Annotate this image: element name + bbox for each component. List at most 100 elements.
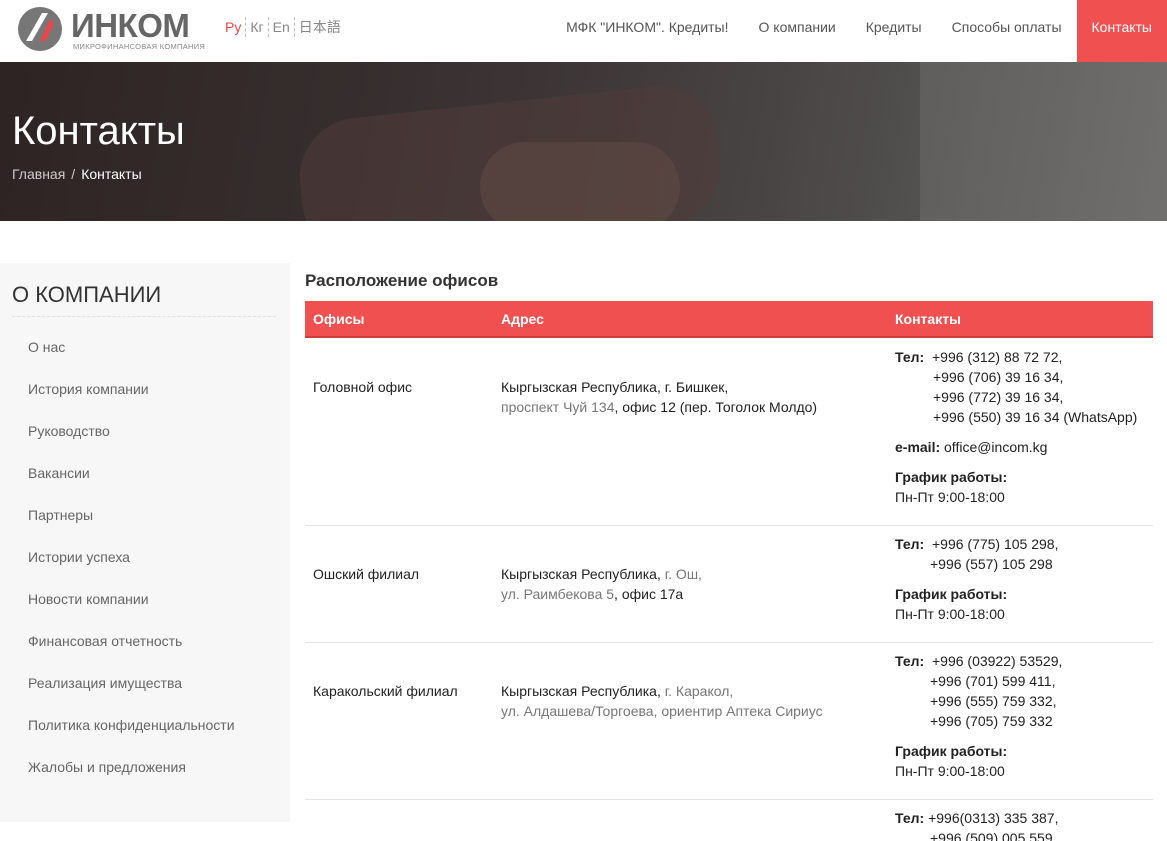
lang-jp[interactable]: 日本語 (293, 17, 345, 37)
office-address: Кыргызская Республика, г. Каракол, ул. А… (501, 681, 823, 721)
tel-label: Тел: (895, 653, 925, 669)
lang-kg[interactable]: Кг (245, 17, 267, 37)
logo[interactable]: ИНКОМ МИКРОФИНАНСОВАЯ КОМПАНИЯ (16, 5, 205, 53)
sidebar-item-property-sale[interactable]: Реализация имущества (28, 673, 235, 715)
tel-label: Тел: (895, 536, 925, 552)
office-contacts: Тел: +996 (775) 105 298, +996 (557) 105 … (895, 534, 1058, 624)
phone-number[interactable]: +996 (706) 39 16 34, (895, 367, 1137, 387)
column-header-address: Адрес (501, 311, 544, 327)
office-name: Ошский филиал (313, 566, 420, 582)
phone-number[interactable]: +996 (03922) 53529, (932, 653, 1062, 669)
offices-section-title: Расположение офисов (305, 271, 499, 290)
phone-number[interactable]: +996 (775) 105 298, (932, 536, 1059, 552)
offices-table: Офисы Адрес Контакты Головной офис Кыргы… (305, 301, 1153, 841)
office-address: Кыргызская Республика, г. Бишкек, проспе… (501, 377, 817, 417)
lang-ru[interactable]: Ру (225, 17, 245, 37)
address-city: г. Ош, (660, 566, 702, 582)
sidebar-title: О КОМПАНИИ (12, 282, 162, 307)
office-name: Каракольский филиал (313, 683, 458, 699)
table-row: Головной офис Кыргызская Республика, г. … (305, 338, 1153, 526)
sidebar-item-complaints[interactable]: Жалобы и предложения (28, 757, 235, 799)
phone-number[interactable]: +996 (509) 005 559 (895, 828, 1058, 841)
nav-about[interactable]: О компании (744, 0, 851, 55)
nav-home[interactable]: МФК "ИНКОМ". Кредиты! (551, 0, 743, 55)
address-city: г. Каракол, (660, 683, 734, 699)
nav-credits[interactable]: Кредиты (851, 0, 937, 55)
tel-label: Тел: (895, 349, 925, 365)
office-address: Кыргызская Республика, г. Ош, ул. Раимбе… (501, 564, 702, 604)
phone-line: Тел: +996 (03922) 53529, (895, 651, 1062, 671)
phone-number[interactable]: +996 (555) 759 332, (895, 691, 1062, 711)
logo-mark-icon (18, 7, 62, 51)
sidebar-item-about[interactable]: О нас (28, 337, 235, 379)
column-header-offices: Офисы (313, 311, 365, 327)
page-title: Контакты (12, 109, 185, 153)
column-header-contacts: Контакты (895, 311, 962, 327)
hours-value: Пн-Пт 9:00-18:00 (895, 489, 1005, 505)
address-line: ул. Раимбекова 5, офис 17а (501, 584, 702, 604)
phone-number[interactable]: +996 (312) 88 72 72, (932, 349, 1062, 365)
phone-number[interactable]: +996 (705) 759 332 (895, 711, 1062, 731)
table-header: Офисы Адрес Контакты (305, 301, 1153, 338)
hero-banner: Контакты Главная / Контакты (0, 62, 1167, 221)
logo-tagline: МИКРОФИНАНСОВАЯ КОМПАНИЯ (73, 42, 206, 51)
address-country: Кыргызская Республика, (501, 566, 661, 582)
office-contacts: Тел: +996(0313) 335 387, +996 (509) 005 … (895, 808, 1058, 841)
table-row: Тел: +996(0313) 335 387, +996 (509) 005 … (305, 800, 1153, 841)
hours-value: Пн-Пт 9:00-18:00 (895, 763, 1005, 779)
phone-number[interactable]: +996 (772) 39 16 34, (895, 387, 1137, 407)
table-row: Ошский филиал Кыргызская Республика, г. … (305, 526, 1153, 643)
sidebar-item-management[interactable]: Руководство (28, 421, 235, 463)
hours-label: График работы: (895, 743, 1008, 759)
address-street: ул. Алдашева/Торгоева, ориентир Аптека С… (501, 703, 823, 719)
address-country: Кыргызская Республика, (501, 683, 661, 699)
breadcrumb-separator: / (71, 166, 76, 182)
table-row: Каракольский филиал Кыргызская Республик… (305, 643, 1153, 800)
sidebar-item-success-stories[interactable]: Истории успеха (28, 547, 235, 589)
hours-label: График работы: (895, 469, 1008, 485)
office-contacts: Тел: +996 (03922) 53529, +996 (701) 599 … (895, 651, 1062, 781)
sidebar-divider (12, 316, 276, 317)
email-line: e-mail: office@incom.kg (895, 437, 1137, 457)
address-line: Кыргызская Республика, г. Бишкек, (501, 379, 729, 395)
email-link[interactable]: office@incom.kg (944, 439, 1047, 455)
sidebar: О КОМПАНИИ О нас История компании Руково… (0, 263, 290, 822)
sidebar-item-partners[interactable]: Партнеры (28, 505, 235, 547)
phone-number[interactable]: +996 (701) 599 411, (895, 671, 1062, 691)
sidebar-item-vacancies[interactable]: Вакансии (28, 463, 235, 505)
hours-label: График работы: (895, 586, 1008, 602)
phone-line: Тел: +996 (775) 105 298, (895, 534, 1058, 554)
hours-value: Пн-Пт 9:00-18:00 (895, 606, 1005, 622)
nav-contacts[interactable]: Контакты (1076, 0, 1167, 62)
tel-label: Тел: (895, 810, 925, 826)
breadcrumb-home[interactable]: Главная (12, 166, 65, 182)
phone-number[interactable]: +996 (550) 39 16 34 (WhatsApp) (895, 407, 1137, 427)
sidebar-item-news[interactable]: Новости компании (28, 589, 235, 631)
sidebar-menu: О нас История компании Руководство Вакан… (28, 337, 235, 799)
address-line: Кыргызская Республика, г. Ош, (501, 564, 702, 584)
site-header: ИНКОМ МИКРОФИНАНСОВАЯ КОМПАНИЯ Ру Кг En … (0, 0, 1167, 62)
address-line: проспект Чуй 134, офис 12 (пер. Тоголок … (501, 397, 817, 417)
phone-number[interactable]: +996 (557) 105 298 (895, 554, 1058, 574)
address-line: Кыргызская Республика, г. Каракол, (501, 681, 823, 701)
address-rest: , офис 12 (пер. Тоголок Молдо) (614, 399, 818, 415)
office-name: Головной офис (313, 379, 413, 395)
phone-line: Тел: +996(0313) 335 387, (895, 808, 1058, 828)
sidebar-item-privacy-policy[interactable]: Политика конфиденциальности (28, 715, 235, 757)
sidebar-item-financial-reports[interactable]: Финансовая отчетность (28, 631, 235, 673)
language-switcher: Ру Кг En 日本語 (225, 17, 345, 37)
main-nav: МФК "ИНКОМ". Кредиты! О компании Кредиты… (551, 0, 1167, 62)
logo-title: ИНКОМ (71, 7, 190, 44)
address-street: проспект Чуй 134 (501, 399, 615, 415)
address-street: ул. Раимбекова 5 (501, 586, 615, 602)
breadcrumb: Главная / Контакты (12, 165, 142, 183)
office-contacts: Тел: +996 (312) 88 72 72, +996 (706) 39 … (895, 347, 1137, 507)
sidebar-item-history[interactable]: История компании (28, 379, 235, 421)
lang-en[interactable]: En (267, 17, 294, 37)
address-rest: , офис 17а (614, 586, 684, 602)
phone-number[interactable]: +996(0313) 335 387, (928, 810, 1058, 826)
breadcrumb-current: Контакты (81, 166, 142, 182)
email-label: e-mail: (895, 439, 941, 455)
nav-payment[interactable]: Способы оплаты (937, 0, 1077, 55)
phone-line: Тел: +996 (312) 88 72 72, (895, 347, 1137, 367)
